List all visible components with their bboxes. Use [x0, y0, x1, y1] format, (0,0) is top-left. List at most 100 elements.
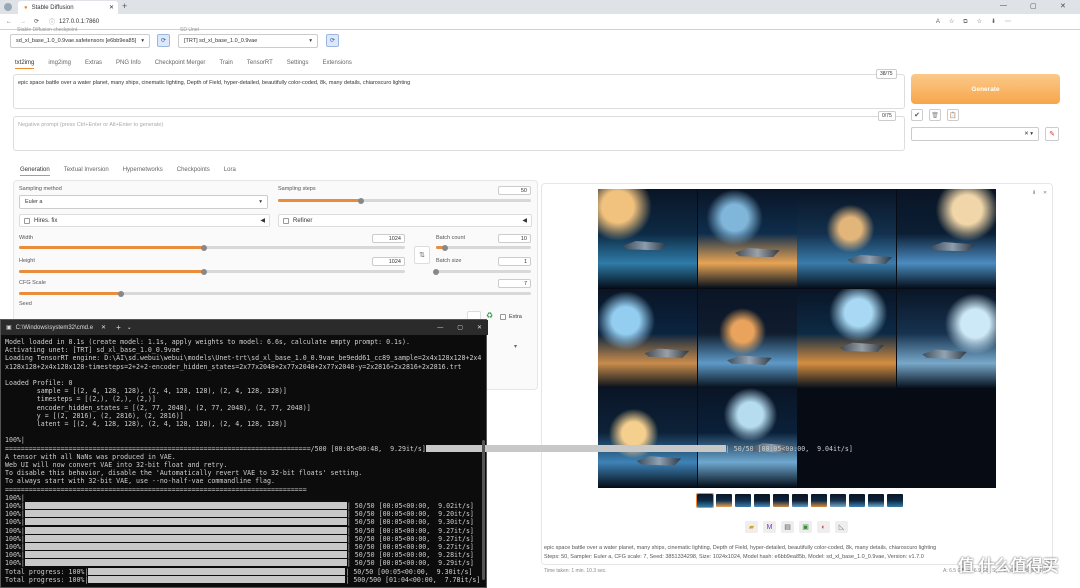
folder-icon[interactable]: ▰ [745, 521, 758, 533]
width-knob[interactable] [201, 244, 208, 251]
tab-png-info[interactable]: PNG Info [116, 60, 141, 69]
height-knob[interactable] [201, 268, 208, 275]
back-icon[interactable]: ← [6, 19, 12, 25]
browser-tab[interactable]: ● Stable Diffusion ✕ [18, 1, 118, 14]
paint-icon[interactable]: ◐ [817, 521, 830, 533]
checkpoint-dropdown[interactable]: sd_xl_base_1.0_0.9vae.safetensors [e6bb9… [10, 34, 150, 48]
minimize-icon[interactable]: — [437, 325, 443, 331]
save-icon[interactable]: M [763, 521, 776, 533]
batch-size-input[interactable]: 1 [498, 257, 531, 266]
prompt-input[interactable]: epic space battle over a water planet, m… [13, 74, 905, 109]
maximize-icon[interactable]: ▢ [1030, 2, 1037, 10]
tab-checkpoint-merger[interactable]: Checkpoint Merger [155, 60, 206, 69]
extra-checkbox[interactable] [500, 314, 506, 320]
batch-count-knob[interactable] [441, 244, 448, 251]
gallery-image[interactable] [598, 189, 697, 289]
subtab-checkpoints[interactable]: Checkpoints [177, 167, 210, 176]
script-dropdown-chevron-icon[interactable]: ▾ [514, 343, 517, 350]
close-icon[interactable]: ✕ [1043, 190, 1047, 196]
gallery-image[interactable] [697, 388, 797, 488]
terminal-scrollbar[interactable] [482, 440, 485, 580]
tab-img2img[interactable]: img2img [48, 60, 71, 69]
gallery-thumbnail[interactable] [792, 494, 808, 507]
maximize-icon[interactable]: ▢ [457, 324, 463, 331]
width-input[interactable]: 1024 [372, 234, 405, 243]
cfg-scale-slider[interactable] [19, 290, 531, 297]
profile-icon[interactable] [4, 3, 12, 11]
trash-icon[interactable]: 🗑 [929, 109, 941, 121]
swap-dimensions-button[interactable]: ⇅ [414, 246, 430, 264]
hires-fix-checkbox[interactable] [24, 217, 30, 224]
image-icon[interactable]: ▣ [799, 521, 812, 533]
browser-toolbar-icons[interactable]: A☆⧉☆⬇⋯ [936, 18, 1020, 26]
read-params-button[interactable]: ✔ [911, 109, 923, 121]
tab-train[interactable]: Train [219, 60, 232, 69]
cfg-scale-input[interactable]: 7 [498, 279, 531, 288]
new-tab-button[interactable]: + [122, 1, 127, 11]
gallery-image[interactable] [697, 189, 797, 289]
gallery-thumbnail[interactable] [830, 494, 846, 507]
new-tab-icon[interactable]: + [116, 323, 121, 332]
subtab-lora[interactable]: Lora [224, 167, 236, 176]
sampling-steps-input[interactable]: 50 [498, 186, 531, 195]
gallery-thumbnail[interactable] [754, 494, 770, 507]
reload-icon[interactable]: ⟳ [34, 18, 39, 25]
refiner-accordion[interactable]: Refiner ◀ [278, 214, 532, 227]
gallery-image[interactable] [697, 288, 797, 388]
minimize-icon[interactable]: — [1000, 2, 1007, 9]
close-window-icon[interactable]: ✕ [477, 324, 482, 331]
tab-txt2img[interactable]: txt2img [15, 60, 35, 69]
close-window-icon[interactable]: ✕ [1060, 2, 1066, 10]
gallery-thumbnail[interactable] [868, 494, 884, 507]
gallery-thumbnail[interactable] [716, 494, 732, 507]
negative-prompt-input[interactable]: Negative prompt (press Ctrl+Enter or Alt… [13, 116, 905, 151]
tab-tensorrt[interactable]: TensorRT [247, 60, 273, 69]
download-icon[interactable]: ⬇ [1032, 190, 1036, 196]
gallery-image[interactable] [598, 288, 697, 388]
subtab-generation[interactable]: Generation [20, 167, 50, 176]
close-tab-icon[interactable]: ✕ [109, 4, 114, 11]
extras-icon[interactable]: ◺ [835, 521, 848, 533]
hires-fix-accordion[interactable]: Hires. fix ◀ [19, 214, 270, 227]
tab-extras[interactable]: Extras [85, 60, 102, 69]
zip-icon[interactable]: ▤ [781, 521, 794, 533]
gallery-image[interactable] [598, 388, 697, 488]
gallery-thumbnail[interactable] [773, 494, 789, 507]
width-slider[interactable] [19, 244, 405, 251]
refresh-unet-button[interactable]: ⟳ [326, 34, 339, 47]
gallery-image[interactable] [896, 288, 996, 388]
sampling-method-dropdown[interactable]: Euler a ▾ [19, 195, 268, 209]
gallery-thumbnail[interactable] [811, 494, 827, 507]
gallery-thumbnail[interactable] [849, 494, 865, 507]
batch-count-input[interactable]: 10 [498, 234, 531, 243]
tab-settings[interactable]: Settings [287, 60, 309, 69]
refresh-checkpoint-button[interactable]: ⟳ [157, 34, 170, 47]
edit-styles-icon[interactable]: ✎ [1045, 127, 1059, 141]
refiner-checkbox[interactable] [283, 217, 289, 224]
gallery-thumbnail[interactable] [887, 494, 903, 507]
forward-icon[interactable]: → [20, 19, 26, 25]
recycle-icon[interactable]: ♻ [486, 311, 493, 320]
tab-extensions[interactable]: Extensions [322, 60, 351, 69]
gallery-image[interactable] [896, 189, 996, 289]
gallery-thumbnail[interactable] [735, 494, 751, 507]
gallery-image[interactable] [797, 189, 896, 289]
subtab-hypernetworks[interactable]: Hypernetworks [123, 167, 163, 176]
url-field[interactable]: 127.0.0.1:7860 [59, 19, 99, 25]
close-tab-icon[interactable]: ✕ [101, 324, 106, 331]
batch-size-knob[interactable] [433, 268, 439, 275]
unet-dropdown[interactable]: [TRT] sd_xl_base_1.0_0.9vae ▾ [178, 34, 318, 48]
styles-dropdown[interactable]: ✕ ▾ [911, 127, 1039, 141]
cfg-scale-knob[interactable] [118, 290, 125, 297]
subtab-textual-inversion[interactable]: Textual Inversion [64, 167, 109, 176]
sampling-steps-slider[interactable] [278, 197, 531, 204]
batch-count-slider[interactable] [436, 244, 531, 251]
height-slider[interactable] [19, 268, 405, 275]
clear-styles-icon[interactable]: ✕ ▾ [1024, 131, 1033, 137]
gallery-image[interactable] [797, 288, 896, 388]
chevron-down-icon[interactable]: ⌄ [127, 324, 132, 331]
clipboard-icon[interactable]: 📋 [947, 109, 959, 121]
height-input[interactable]: 1024 [372, 257, 405, 266]
site-info-icon[interactable]: ⓘ [49, 17, 55, 26]
extra-seed-toggle[interactable]: Extra [500, 314, 522, 320]
